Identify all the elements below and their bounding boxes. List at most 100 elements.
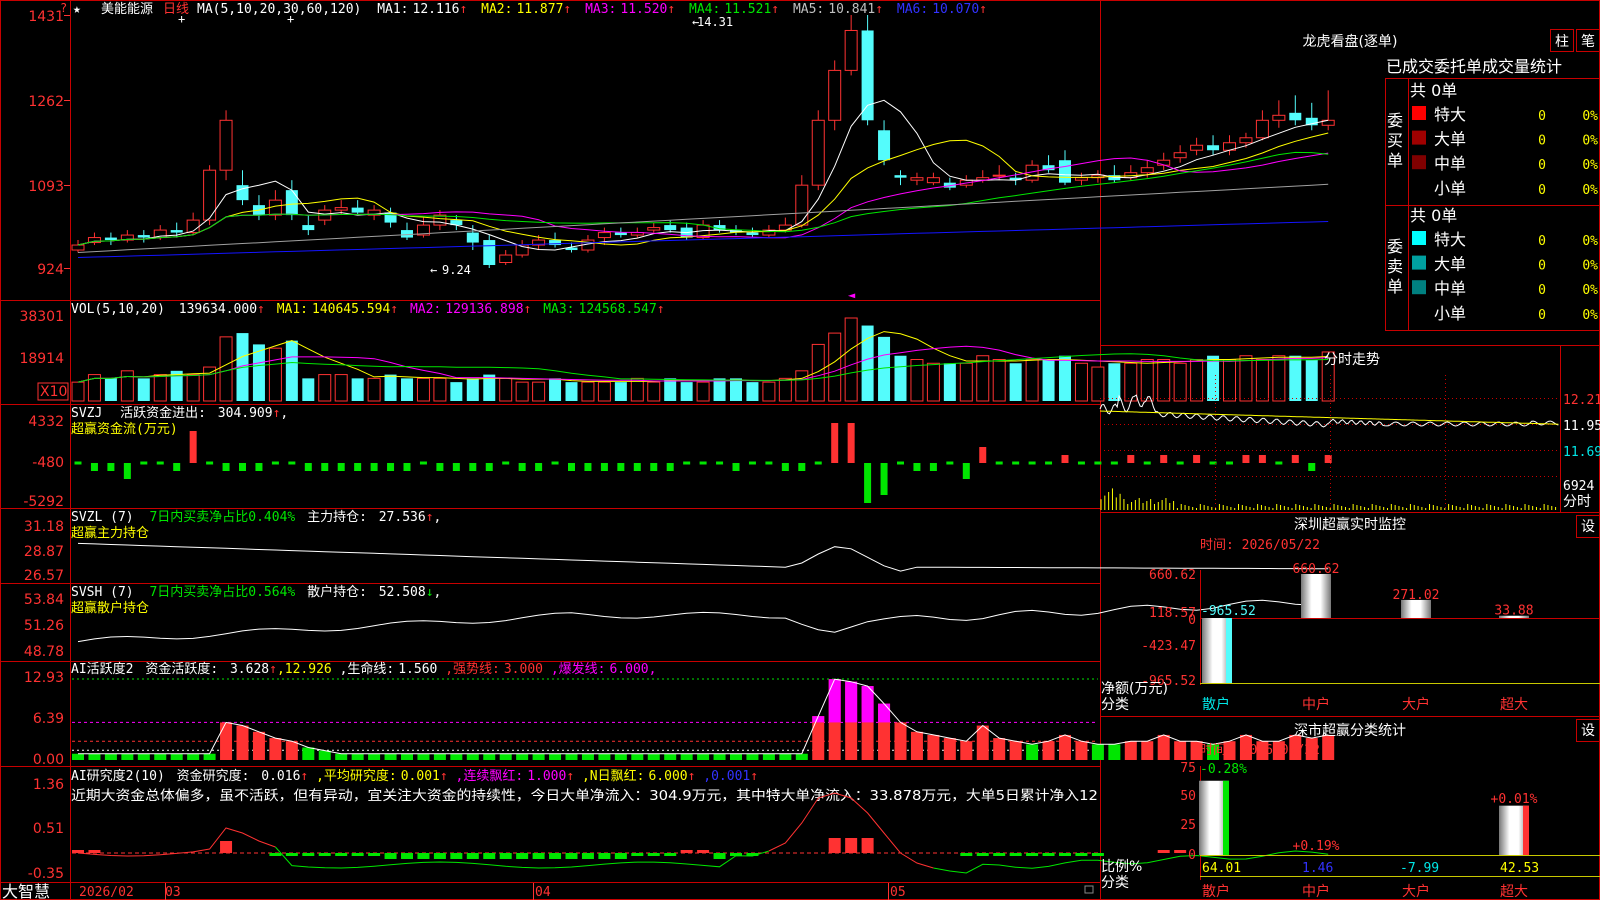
- ratio-bar-label: +0.01%: [1491, 792, 1538, 807]
- volume-bar: [926, 362, 940, 402]
- candle-body: [861, 30, 874, 121]
- candle-body: [828, 69, 842, 121]
- flow-bar: [123, 463, 131, 479]
- candle-body: [104, 237, 117, 241]
- svzl-desc: 7日内买卖净占比0.404%: [149, 509, 295, 525]
- activity-bar: [384, 753, 397, 760]
- research-bar: [697, 850, 710, 853]
- svsh-label: SVSH (7): [71, 585, 134, 600]
- svsh-chart: [77, 599, 1329, 643]
- flow-bar: [354, 463, 362, 471]
- flow-bar: [831, 423, 839, 463]
- flow-bar: [1143, 461, 1151, 465]
- flow-bar: [798, 463, 806, 471]
- favorite-star-icon[interactable]: ★: [73, 2, 81, 17]
- sell-row-name: 小单: [1434, 304, 1466, 323]
- activity-bar: [483, 753, 496, 760]
- candlestick-chart: [71, 15, 1335, 268]
- ma1-value: 12.116: [413, 2, 460, 17]
- flow-bar: [436, 463, 444, 471]
- category-value: 42.53: [1500, 861, 1539, 876]
- ma1-arrow: ↑: [459, 2, 467, 17]
- lock-icon[interactable]: [1084, 885, 1094, 894]
- y-tick: 12.21: [1563, 393, 1600, 408]
- net-bar-label: 271.02: [1393, 588, 1440, 603]
- research-bar: [499, 853, 512, 859]
- volume-bar: [1108, 363, 1121, 401]
- svzl-value: 27.536: [379, 510, 426, 525]
- research-bar: [72, 850, 84, 853]
- sz-class-footer-label2: 分类: [1101, 875, 1129, 891]
- buy-row-count: 0: [1538, 134, 1546, 149]
- flow-bar: [206, 461, 214, 465]
- volume-bar: [1239, 355, 1253, 402]
- event-marker-icon[interactable]: +: [287, 12, 294, 26]
- activity-bar: [203, 753, 216, 760]
- volume-bar: [730, 378, 742, 401]
- ai-research-label: AI研究度2(10): [71, 768, 165, 784]
- holding-line: [77, 599, 1329, 643]
- sz-monitor-title: 深圳超赢实时监控: [1294, 516, 1406, 533]
- y-tick: 660.62: [1149, 568, 1196, 583]
- candle-body: [285, 190, 298, 216]
- ai-active-name1: 资金活跃度:: [145, 661, 218, 677]
- research-bar: [680, 850, 693, 853]
- activity-bar: [1059, 734, 1071, 760]
- ma2-name: MA2:: [481, 2, 512, 17]
- research-bar: [1174, 850, 1187, 853]
- volume-bar: [680, 382, 693, 401]
- activity-bar: [746, 753, 759, 760]
- y-tick: -5292: [23, 494, 64, 510]
- flow-bar: [781, 463, 789, 471]
- y-tick: 0.00: [33, 752, 64, 768]
- research-bar: [713, 853, 726, 859]
- y-tick: 50: [1180, 789, 1196, 804]
- candle-body: [1074, 177, 1088, 181]
- category-label: 大户: [1402, 696, 1430, 713]
- research-bar: [88, 850, 101, 853]
- volume-bar: [795, 370, 809, 402]
- vol-ma-line: [77, 345, 1329, 383]
- side-label-char: 卖: [1387, 257, 1403, 276]
- flow-bar: [502, 461, 510, 465]
- flow-bar: [403, 463, 411, 471]
- volume-bar: [778, 377, 792, 402]
- research-bar: [335, 853, 348, 856]
- low-price-label: 9.24: [442, 263, 471, 277]
- buy-row-count: 0: [1538, 109, 1546, 124]
- volume-bar: [1272, 355, 1286, 402]
- flow-bar: [370, 463, 378, 471]
- y-tick: 31.18: [24, 519, 64, 535]
- y-tick: 53.84: [24, 592, 64, 608]
- flow-bar: [1176, 461, 1184, 465]
- event-marker-icon[interactable]: +: [178, 12, 185, 26]
- y-tick: 1262: [28, 94, 64, 110]
- flow-bar: [584, 463, 592, 471]
- ai-active-name3: ,生命线:: [340, 661, 395, 677]
- candle-body: [302, 225, 315, 231]
- activity-bar: [450, 753, 463, 760]
- y-tick: 51.26: [24, 618, 64, 634]
- candle-body: [1140, 167, 1154, 174]
- volume-bar: [614, 382, 627, 401]
- net-bar-label: -965.52: [1201, 604, 1256, 619]
- activity-bar: [121, 753, 134, 760]
- activity-bar: [1141, 741, 1154, 760]
- category-label: 超大: [1500, 697, 1528, 713]
- activity-bar: [680, 753, 693, 760]
- activity-bar: [878, 703, 891, 723]
- candle-body: [647, 227, 661, 231]
- vol-ma-line: [77, 331, 1329, 383]
- svsh-desc: 7日内买卖净占比0.564%: [149, 584, 295, 600]
- flow-bar: [189, 431, 197, 463]
- volume-bar: [1255, 359, 1269, 402]
- flow-bar: [1110, 461, 1118, 465]
- ai-active-v3: 1.560: [398, 662, 437, 677]
- vol-ma2-arrow: ↑: [524, 302, 532, 317]
- activity-bar: [417, 753, 430, 760]
- research-bar: [466, 853, 479, 859]
- sell-row-pct: 0%: [1582, 234, 1598, 249]
- activity-bar: [1157, 734, 1170, 760]
- volume-bar: [219, 336, 233, 402]
- volume-bar: [71, 381, 85, 402]
